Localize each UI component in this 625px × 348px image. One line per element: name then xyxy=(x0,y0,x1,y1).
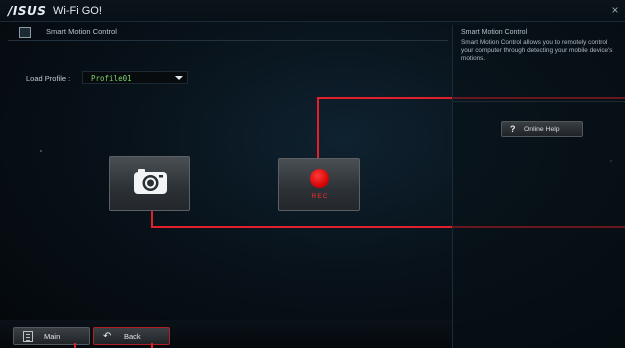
help-side-panel: Smart Motion Control Smart Motion Contro… xyxy=(452,25,625,348)
main-button[interactable]: Main xyxy=(13,327,90,345)
side-panel-description: Smart Motion Control allows you to remot… xyxy=(461,39,613,62)
question-icon: ? xyxy=(510,124,516,134)
asus-logo: /ISUS xyxy=(8,4,47,18)
online-help-label: Online Help xyxy=(524,126,560,133)
title-bar: /ISUS Wi-Fi GO! × xyxy=(0,0,625,22)
chevron-down-icon xyxy=(175,76,183,80)
camera-icon xyxy=(134,169,167,194)
record-dot-icon xyxy=(310,169,329,188)
record-button[interactable]: REC xyxy=(278,158,360,211)
main-button-label: Main xyxy=(44,332,61,341)
document-icon xyxy=(19,27,31,38)
online-help-button[interactable]: ? Online Help xyxy=(501,121,583,137)
profile-dropdown[interactable]: Profile01 xyxy=(82,71,188,84)
page-title: Smart Motion Control xyxy=(46,27,117,36)
record-label: REC xyxy=(311,193,329,200)
connector-line-main-tick xyxy=(74,343,76,348)
back-button-label: Back xyxy=(124,332,141,341)
close-icon[interactable]: × xyxy=(608,3,622,17)
page-header: Smart Motion Control xyxy=(8,25,448,41)
side-panel-divider xyxy=(453,101,625,102)
connector-line-rec-horizontal xyxy=(317,97,452,99)
connector-line-rec-vertical xyxy=(317,98,319,162)
back-button[interactable]: ↶ Back xyxy=(93,327,170,345)
menu-list-icon xyxy=(23,331,33,342)
connector-line-camera-horizontal xyxy=(151,226,452,228)
side-panel-title: Smart Motion Control xyxy=(461,29,528,36)
connector-line-back-tick xyxy=(151,343,153,348)
app-window: /ISUS Wi-Fi GO! × Smart Motion Control L… xyxy=(0,0,625,348)
load-profile-label: Load Profile : xyxy=(26,74,71,83)
background-sparkle xyxy=(40,150,42,152)
back-arrow-icon: ↶ xyxy=(103,331,112,342)
camera-capture-button[interactable] xyxy=(109,156,190,211)
app-title: Wi-Fi GO! xyxy=(53,5,102,17)
profile-selected-value: Profile01 xyxy=(91,74,132,83)
